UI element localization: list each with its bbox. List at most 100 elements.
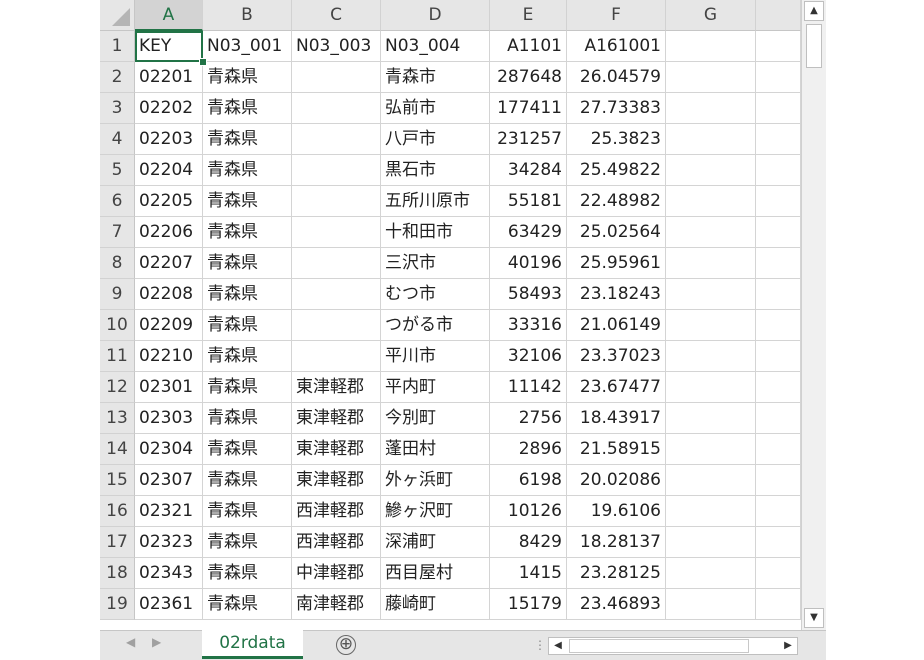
table-cell[interactable]: 平川市 xyxy=(381,341,490,372)
table-cell[interactable]: 23.28125 xyxy=(567,558,666,589)
table-cell[interactable]: 287648 xyxy=(490,62,567,93)
scroll-left-icon[interactable]: ◀ xyxy=(549,638,567,654)
table-cell[interactable] xyxy=(666,217,756,248)
table-cell[interactable]: 21.06149 xyxy=(567,310,666,341)
horizontal-scroll-thumb[interactable] xyxy=(569,639,749,653)
table-cell[interactable]: 02209 xyxy=(135,310,203,341)
table-cell[interactable]: 10126 xyxy=(490,496,567,527)
column-header-d[interactable]: D xyxy=(381,0,490,31)
table-cell[interactable] xyxy=(292,124,381,155)
tab-nav-prev-icon[interactable]: ◀ xyxy=(126,635,135,649)
table-cell[interactable]: 青森県 xyxy=(203,248,292,279)
table-cell[interactable] xyxy=(756,217,801,248)
table-cell[interactable]: 18.28137 xyxy=(567,527,666,558)
table-cell[interactable]: 藤崎町 xyxy=(381,589,490,620)
table-cell[interactable]: 11142 xyxy=(490,372,567,403)
table-cell[interactable]: 02206 xyxy=(135,217,203,248)
row-header[interactable]: 4 xyxy=(100,124,135,155)
column-header-c[interactable]: C xyxy=(292,0,381,31)
table-cell[interactable]: 02307 xyxy=(135,465,203,496)
column-header-b[interactable]: B xyxy=(203,0,292,31)
column-header-e[interactable]: E xyxy=(490,0,567,31)
add-sheet-icon[interactable]: ⊕ xyxy=(336,635,356,655)
table-cell[interactable] xyxy=(756,279,801,310)
table-cell[interactable] xyxy=(756,403,801,434)
table-cell[interactable]: 今別町 xyxy=(381,403,490,434)
table-cell[interactable]: 八戸市 xyxy=(381,124,490,155)
table-cell[interactable] xyxy=(756,589,801,620)
row-header[interactable]: 5 xyxy=(100,155,135,186)
table-cell[interactable] xyxy=(666,248,756,279)
table-cell[interactable]: 8429 xyxy=(490,527,567,558)
table-cell[interactable]: 青森県 xyxy=(203,465,292,496)
table-cell[interactable]: 02321 xyxy=(135,496,203,527)
table-cell[interactable]: 23.18243 xyxy=(567,279,666,310)
table-cell[interactable]: 32106 xyxy=(490,341,567,372)
table-cell[interactable] xyxy=(292,341,381,372)
table-cell[interactable] xyxy=(666,434,756,465)
table-cell[interactable] xyxy=(666,155,756,186)
horizontal-scrollbar[interactable]: ◀ ▶ xyxy=(548,637,798,655)
table-cell[interactable]: 25.95961 xyxy=(567,248,666,279)
table-cell[interactable]: 18.43917 xyxy=(567,403,666,434)
table-cell[interactable]: 02301 xyxy=(135,372,203,403)
table-cell[interactable] xyxy=(292,310,381,341)
table-cell[interactable]: 西津軽郡 xyxy=(292,496,381,527)
row-header[interactable]: 16 xyxy=(100,496,135,527)
table-cell[interactable] xyxy=(292,217,381,248)
table-cell[interactable]: 東津軽郡 xyxy=(292,434,381,465)
row-header[interactable]: 18 xyxy=(100,558,135,589)
table-cell[interactable]: 外ヶ浜町 xyxy=(381,465,490,496)
tab-nav-next-icon[interactable]: ▶ xyxy=(152,635,161,649)
table-cell[interactable] xyxy=(666,310,756,341)
scroll-down-icon[interactable]: ▼ xyxy=(804,608,824,628)
row-header[interactable]: 3 xyxy=(100,93,135,124)
table-cell[interactable] xyxy=(756,341,801,372)
row-header[interactable]: 15 xyxy=(100,465,135,496)
table-cell[interactable]: 三沢市 xyxy=(381,248,490,279)
table-cell[interactable]: 40196 xyxy=(490,248,567,279)
table-cell[interactable]: 青森市 xyxy=(381,62,490,93)
scroll-right-icon[interactable]: ▶ xyxy=(779,638,797,654)
table-cell[interactable] xyxy=(756,155,801,186)
table-cell[interactable]: つがる市 xyxy=(381,310,490,341)
table-cell[interactable]: 五所川原市 xyxy=(381,186,490,217)
table-cell[interactable]: 青森県 xyxy=(203,589,292,620)
table-cell[interactable]: 55181 xyxy=(490,186,567,217)
table-cell[interactable]: 15179 xyxy=(490,589,567,620)
row-header[interactable]: 2 xyxy=(100,62,135,93)
table-cell[interactable] xyxy=(756,372,801,403)
header-cell[interactable] xyxy=(756,31,801,62)
row-header[interactable]: 13 xyxy=(100,403,135,434)
table-cell[interactable] xyxy=(756,496,801,527)
table-cell[interactable] xyxy=(756,124,801,155)
table-cell[interactable]: 青森県 xyxy=(203,372,292,403)
row-header[interactable]: 10 xyxy=(100,310,135,341)
table-cell[interactable]: 19.6106 xyxy=(567,496,666,527)
table-cell[interactable]: 南津軽郡 xyxy=(292,589,381,620)
table-cell[interactable]: 25.02564 xyxy=(567,217,666,248)
table-cell[interactable]: 02207 xyxy=(135,248,203,279)
row-header[interactable]: 14 xyxy=(100,434,135,465)
table-cell[interactable]: 177411 xyxy=(490,93,567,124)
table-cell[interactable] xyxy=(292,62,381,93)
table-cell[interactable]: 東津軽郡 xyxy=(292,403,381,434)
table-cell[interactable] xyxy=(666,496,756,527)
table-cell[interactable]: むつ市 xyxy=(381,279,490,310)
header-cell[interactable]: N03_003 xyxy=(292,31,381,62)
table-cell[interactable]: 東津軽郡 xyxy=(292,465,381,496)
row-header[interactable]: 6 xyxy=(100,186,135,217)
table-cell[interactable] xyxy=(756,186,801,217)
table-cell[interactable] xyxy=(756,248,801,279)
table-cell[interactable]: 青森県 xyxy=(203,434,292,465)
table-cell[interactable]: 青森県 xyxy=(203,341,292,372)
table-cell[interactable] xyxy=(666,558,756,589)
table-cell[interactable] xyxy=(756,434,801,465)
table-cell[interactable] xyxy=(666,465,756,496)
table-cell[interactable]: 63429 xyxy=(490,217,567,248)
table-cell[interactable] xyxy=(666,279,756,310)
table-cell[interactable]: 20.02086 xyxy=(567,465,666,496)
table-cell[interactable] xyxy=(756,558,801,589)
table-cell[interactable]: 27.73383 xyxy=(567,93,666,124)
table-cell[interactable] xyxy=(666,62,756,93)
